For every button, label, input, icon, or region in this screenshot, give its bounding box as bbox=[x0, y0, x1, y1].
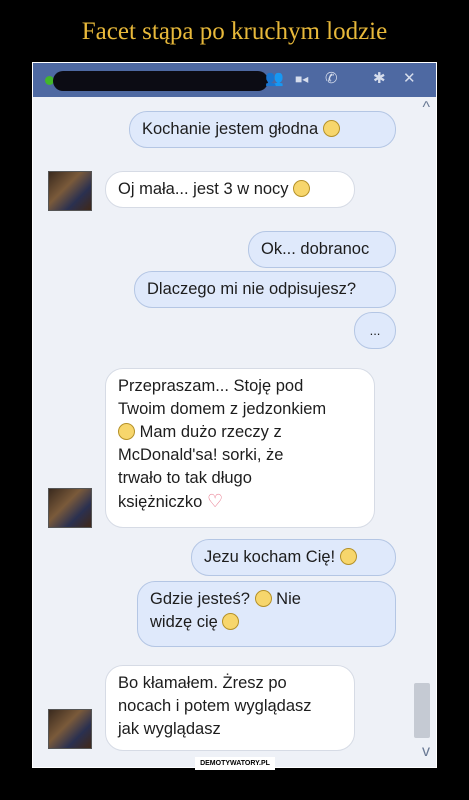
gear-icon[interactable]: ✱ bbox=[373, 69, 386, 89]
message-text: ... bbox=[369, 323, 381, 338]
message-line: jak wyglądasz bbox=[118, 720, 221, 738]
watermark: DEMOTYWATORY.PL bbox=[195, 757, 275, 770]
page-title: Facet stąpa po kruchym lodzie bbox=[81, 18, 388, 45]
message-bubble: Gdzie jesteś? Nie widzę cię bbox=[137, 581, 396, 647]
message-bubble: Dlaczego mi nie odpisujesz? bbox=[134, 271, 396, 308]
typing-bubble: ... bbox=[354, 312, 396, 349]
message-text: Jezu kocham Cię! bbox=[204, 548, 336, 566]
message-line: Bo kłamałem. Żresz po bbox=[118, 674, 287, 692]
message-text: Ok... dobranoc bbox=[261, 240, 370, 258]
message-line: Gdzie jesteś? bbox=[150, 590, 250, 608]
message-text: Kochanie jestem głodna bbox=[142, 120, 319, 138]
chat-header: 👥 ■◂ ✆ ✱ ✕ bbox=[33, 63, 436, 97]
video-camera-icon[interactable]: ■◂ bbox=[295, 69, 308, 89]
message-line: Przepraszam... Stoję pod bbox=[118, 377, 304, 395]
phone-icon[interactable]: ✆ bbox=[325, 69, 338, 89]
avatar[interactable] bbox=[48, 171, 92, 211]
sad-face-icon bbox=[293, 180, 311, 197]
message-line: nocach i potem wyglądasz bbox=[118, 697, 312, 715]
tongue-face-icon bbox=[222, 613, 240, 630]
message-line: Nie bbox=[276, 590, 301, 608]
message-bubble: Bo kłamałem. Żresz po nocach i potem wyg… bbox=[105, 665, 355, 751]
scrollbar-thumb[interactable] bbox=[414, 683, 430, 738]
confused-face-icon bbox=[254, 590, 272, 607]
message-bubble: Przepraszam... Stoję pod Twoim domem z j… bbox=[105, 368, 375, 528]
sad-face-icon bbox=[322, 120, 340, 137]
message-line: McDonald'sa! sorki, że bbox=[118, 446, 284, 464]
message-text: Dlaczego mi nie odpisujesz? bbox=[147, 280, 357, 298]
scroll-up-icon[interactable]: ^ bbox=[422, 99, 430, 117]
wink-face-icon bbox=[339, 548, 357, 565]
message-bubble: Jezu kocham Cię! bbox=[191, 539, 396, 576]
redacted-name bbox=[53, 71, 268, 91]
message-line: księżniczko bbox=[118, 493, 203, 511]
message-bubble: Oj mała... jest 3 w nocy bbox=[105, 171, 355, 208]
avatar[interactable] bbox=[48, 488, 92, 528]
message-text: Oj mała... jest 3 w nocy bbox=[118, 180, 289, 198]
heart-icon: ♡ bbox=[206, 491, 224, 511]
scroll-down-icon[interactable]: v bbox=[422, 743, 430, 761]
message-bubble: Ok... dobranoc bbox=[248, 231, 396, 268]
tongue-face-icon bbox=[118, 423, 135, 440]
close-icon[interactable]: ✕ bbox=[403, 69, 416, 89]
message-line: trwało to tak długo bbox=[118, 469, 252, 487]
chat-window: 👥 ■◂ ✆ ✱ ✕ ^ Kochanie jestem głodna Oj m… bbox=[32, 62, 437, 768]
person-plus-icon[interactable]: 👥 bbox=[265, 69, 284, 89]
message-bubble: Kochanie jestem głodna bbox=[129, 111, 396, 148]
message-line: Mam dużo rzeczy z bbox=[139, 423, 282, 441]
avatar[interactable] bbox=[48, 709, 92, 749]
message-line: widzę cię bbox=[150, 613, 218, 631]
message-line: Twoim domem z jedzonkiem bbox=[118, 400, 327, 418]
